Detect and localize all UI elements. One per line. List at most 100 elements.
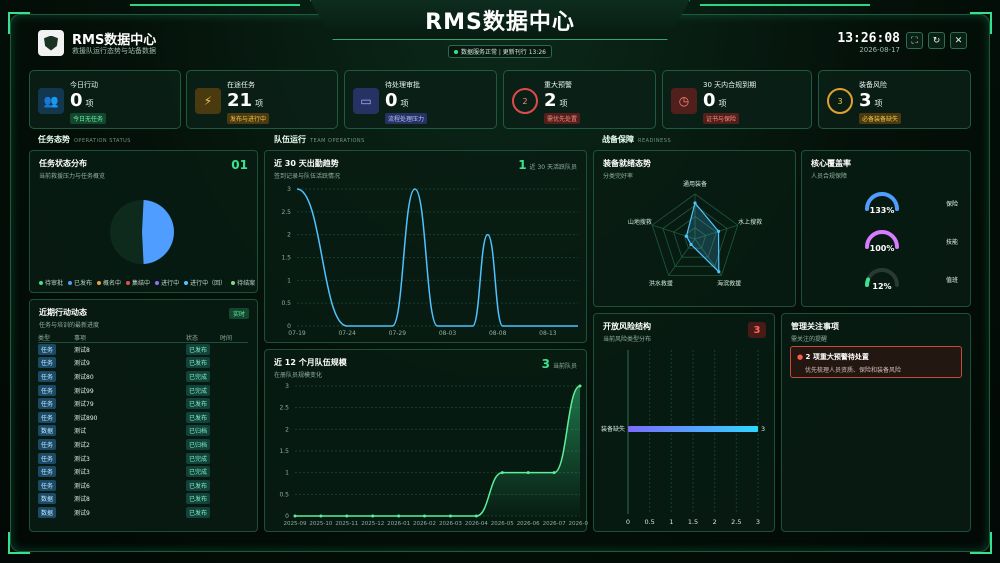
- section-title-text: 队伍运行: [274, 135, 306, 144]
- legend-label: 待结案: [237, 280, 256, 287]
- table-row[interactable]: 任务 测试79 已发布: [38, 397, 248, 411]
- table-row[interactable]: 数据 测试 已归档: [38, 424, 248, 438]
- kpi-card-ongoing-tasks[interactable]: ⚡ 在途任务 21 项 发布与进行中: [186, 70, 338, 129]
- status-tag: 已完成: [186, 384, 211, 396]
- section-title-readiness: 战备保障 READINESS: [602, 134, 671, 145]
- legend-label: 概名中: [103, 280, 122, 287]
- time-cell: [220, 465, 248, 479]
- kpi-tag: 发布与进行中: [227, 113, 270, 124]
- kpi-card-today-actions[interactable]: 👥 今日行动 0项 今日无任务: [29, 70, 181, 129]
- status-cell: 已发布: [186, 492, 220, 506]
- team-scale-point: [397, 514, 401, 518]
- table-row[interactable]: 任务 测试2 已归档: [38, 438, 248, 452]
- radar-area: [685, 201, 720, 274]
- table-header-cell: 事项: [74, 333, 186, 343]
- coverage-gauges: 133% 100% 12%: [865, 192, 899, 291]
- legend-item[interactable]: 集结中: [126, 278, 150, 287]
- x-tick-label: 2026-01: [387, 521, 410, 527]
- x-tick-label: 08-03: [439, 330, 457, 337]
- kpi-value: 0项: [703, 90, 727, 111]
- type-tag: 任务: [38, 370, 57, 382]
- table-row[interactable]: 数据 测试8 已发布: [38, 492, 248, 506]
- close-button[interactable]: ✕: [950, 32, 967, 49]
- status-tag: 已完成: [186, 466, 211, 478]
- x-tick-label: 2025-09: [284, 521, 307, 527]
- kpi-card-major-warnings[interactable]: 2 重大预警 2项 需优先处置: [503, 70, 656, 129]
- table-row[interactable]: 任务 测试890 已发布: [38, 410, 248, 424]
- table-row[interactable]: 任务 测试6 已发布: [38, 478, 248, 492]
- type-cell: 任务: [38, 356, 74, 370]
- y-tick-label: 0: [285, 513, 289, 520]
- gauge-label-insurance: 保险: [946, 201, 959, 208]
- status-tag: 已发布: [186, 493, 211, 505]
- legend-dot: [97, 281, 102, 285]
- section-title-ops: 任务态势 OPERATION STATUS: [38, 134, 131, 145]
- table-row[interactable]: 任务 测试9 已发布: [38, 356, 248, 370]
- type-cell: 数据: [38, 424, 74, 438]
- x-tick-label: 07-29: [389, 330, 407, 337]
- major-warning-alert[interactable]: ● 2 项重大预警待处置 优先梳理人员资质、保险和装备风险: [790, 346, 962, 378]
- gauge-value: 133%: [870, 206, 895, 215]
- status-dot: [453, 49, 458, 54]
- legend-item[interactable]: 待审批: [39, 278, 63, 287]
- kpi-number: 0: [385, 90, 398, 111]
- kpi-card-pending-approvals[interactable]: ▭ 待处理审批 0项 流程处理压力: [344, 70, 497, 129]
- attendance-line-chart: 0 0.5 1 1.5 2 2.5 3 07-19 07-24 07-29 08-03 08-08 08…: [281, 186, 578, 337]
- item-cell: 测试79: [74, 401, 94, 409]
- refresh-button[interactable]: ↻: [928, 32, 945, 49]
- kpi-value: 0项: [385, 90, 409, 111]
- legend-item[interactable]: 概名中: [97, 278, 121, 287]
- type-cell: 任务: [38, 397, 74, 411]
- refresh-icon: ↻: [932, 35, 941, 46]
- x-tick-label: 07-19: [288, 330, 306, 337]
- section-title-text: 任务态势: [38, 135, 70, 144]
- type-tag: 数据: [38, 493, 57, 505]
- legend-item[interactable]: 待结案: [231, 278, 255, 287]
- legend-item[interactable]: 进行中: [155, 278, 179, 287]
- fullscreen-button[interactable]: ⛶: [906, 32, 923, 49]
- type-tag: 任务: [38, 466, 57, 478]
- radar-point: [689, 242, 693, 247]
- kpi-number: 2: [544, 90, 557, 111]
- team-scale-point: [474, 514, 478, 518]
- pie-slice-published[interactable]: [142, 200, 174, 264]
- table-row[interactable]: 任务 测试80 已完成: [38, 370, 248, 384]
- status-tag: 已发布: [186, 506, 211, 518]
- legend-label: 集结中: [132, 280, 151, 287]
- table-row[interactable]: 任务 测试99 已完成: [38, 383, 248, 397]
- table-row[interactable]: 任务 测试3 已完成: [38, 451, 248, 465]
- team-scale-area-chart: 0 0.5 1 1.5 2 2.5 3 2025-09 2025-10 2025-11 2025-1…: [279, 383, 588, 527]
- legend-item[interactable]: 进行中（回）: [184, 278, 226, 287]
- status-cell: 已归档: [186, 424, 220, 438]
- table-header-cell: 类型: [38, 333, 74, 343]
- status-tag: 已完成: [186, 452, 211, 464]
- time-cell: [220, 424, 248, 438]
- radar-axis-label: 山地搜救: [628, 218, 652, 226]
- legend-dot: [155, 281, 160, 285]
- kpi-card-compliance-expiry[interactable]: ◷ 30 天内合规到期 0项 证书与保险: [662, 70, 812, 129]
- frame-corner: [970, 12, 992, 34]
- x-tick-label: 3: [756, 518, 760, 526]
- type-tag: 任务: [38, 479, 57, 491]
- status-cell: 已发布: [186, 356, 220, 370]
- x-tick-label: 0.5: [644, 518, 654, 526]
- radar-point: [684, 234, 689, 238]
- time-cell: [220, 410, 248, 424]
- gauge-label-skill: 技能: [946, 239, 959, 246]
- radar-point: [717, 270, 721, 274]
- table-row[interactable]: 任务 测试8 已发布: [38, 343, 248, 357]
- shield-icon: [44, 35, 58, 51]
- y-tick-label: 2.5: [279, 405, 289, 412]
- time-cell: [220, 492, 248, 506]
- kpi-card-equipment-risk[interactable]: 3 装备风险 3项 必备装备缺失: [818, 70, 971, 129]
- legend-item[interactable]: 已发布: [68, 278, 92, 287]
- time-cell: [220, 383, 248, 397]
- type-tag: 任务: [38, 344, 57, 356]
- table-row[interactable]: 数据 测试9 已发布: [38, 506, 248, 520]
- management-focus-panel: 管理关注事项 需关注的提醒 ● 2 项重大预警待处置 优先梳理人员资质、保险和装…: [781, 313, 971, 532]
- realtime-badge: 实时: [228, 308, 249, 319]
- team-scale-point: [371, 514, 375, 518]
- table-row[interactable]: 任务 测试3 已完成: [38, 465, 248, 479]
- status-cell: 已发布: [186, 397, 220, 411]
- task-pie-chart: [110, 200, 174, 264]
